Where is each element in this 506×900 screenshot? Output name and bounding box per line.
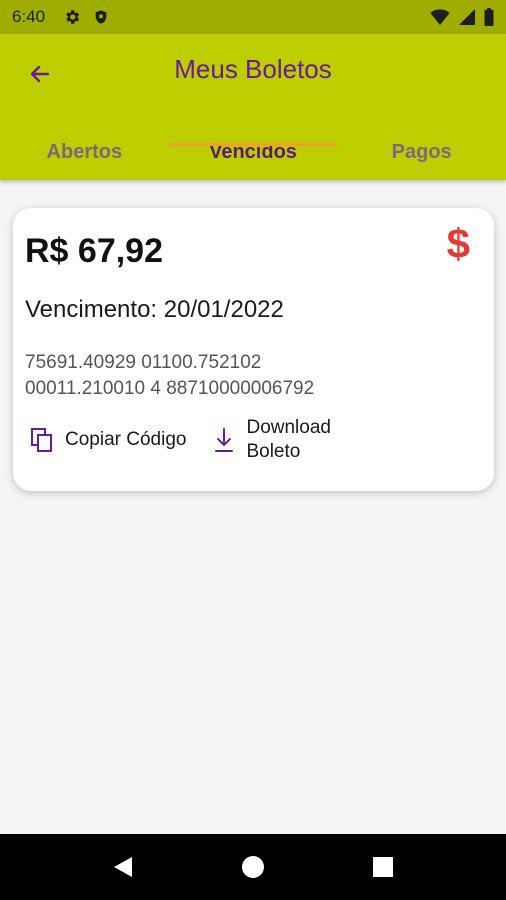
download-boleto-label: Download Boleto xyxy=(246,416,356,464)
status-time: 6:40 xyxy=(12,7,46,26)
settings-icon xyxy=(66,10,80,24)
download-boleto-button[interactable]: Download Boleto xyxy=(214,416,356,464)
boleto-amount: R$ 67,92 xyxy=(25,232,163,270)
boleto-due-date: Vencimento: 20/01/2022 xyxy=(25,296,284,323)
tab-pagos[interactable]: Pagos xyxy=(337,124,506,180)
app-bar: Meus Boletos Abertos Vencidos Pagos xyxy=(0,34,506,180)
nav-recents-button[interactable] xyxy=(318,834,448,900)
signal-icon xyxy=(459,9,475,25)
status-icons-left xyxy=(63,8,109,26)
nav-home-icon xyxy=(242,856,264,878)
dollar-icon: $ xyxy=(446,220,470,267)
barcode-line-1: 75691.40929 01100.752102 xyxy=(25,352,262,373)
tab-vencidos[interactable]: Vencidos xyxy=(169,124,338,180)
boleto-barcode: 75691.40929 01100.752102 00011.210010 4 … xyxy=(25,350,425,402)
boleto-card: R$ 67,92 $ Vencimento: 20/01/2022 75691.… xyxy=(13,208,494,491)
shield-icon xyxy=(95,10,107,24)
boleto-actions: Copiar Código Download Boleto xyxy=(31,416,356,464)
status-bar: 6:40 xyxy=(0,0,506,34)
tab-abertos[interactable]: Abertos xyxy=(0,124,169,180)
download-icon xyxy=(215,428,234,452)
active-tab-indicator xyxy=(169,143,337,146)
nav-back-icon xyxy=(114,857,132,877)
copy-code-button[interactable]: Copiar Código xyxy=(31,428,186,452)
barcode-line-2: 00011.210010 4 88710000006792 xyxy=(25,378,315,399)
tab-bar: Abertos Vencidos Pagos xyxy=(0,124,506,180)
download-label-line-1: Download xyxy=(246,417,331,438)
nav-back-button[interactable] xyxy=(58,834,188,900)
nav-recents-icon xyxy=(373,857,393,877)
download-label-line-2: Boleto xyxy=(246,441,301,462)
copy-icon xyxy=(31,428,52,452)
battery-icon xyxy=(484,8,494,26)
nav-home-button[interactable] xyxy=(188,834,318,900)
page-title: Meus Boletos xyxy=(174,54,332,84)
copy-code-label: Copiar Código xyxy=(65,429,187,450)
system-nav-bar xyxy=(0,834,506,900)
wifi-icon xyxy=(430,9,450,25)
status-icons-right xyxy=(430,8,494,26)
